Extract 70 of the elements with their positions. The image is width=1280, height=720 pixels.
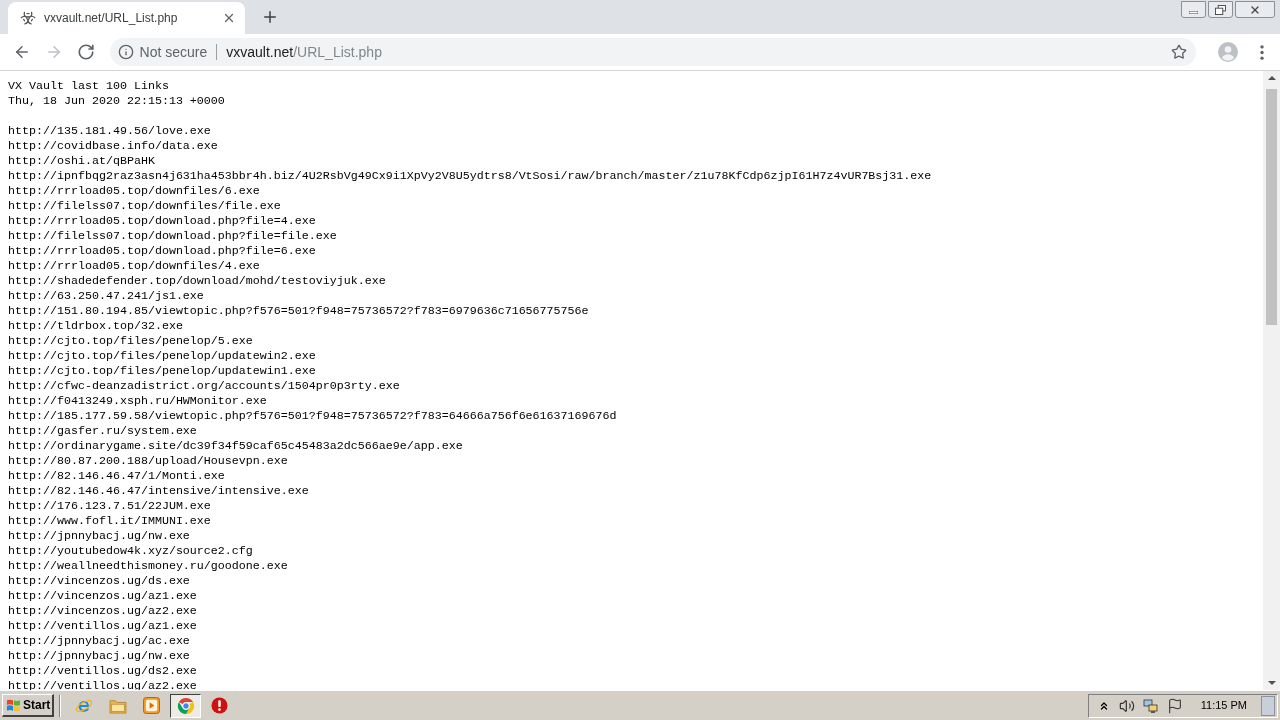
url-line: http://shadedefender.top/download/mohd/testoviyjuk.exe	[8, 274, 386, 289]
url-line: http://jpnnybacj.ug/ac.exe	[8, 634, 190, 649]
url-line: http://cjto.top/files/penelop/5.exe	[8, 334, 253, 349]
browser-tab[interactable]: vxvault.net/URL_List.php	[8, 2, 245, 34]
url-line: http://jpnnybacj.ug/nw.exe	[8, 529, 190, 544]
flag-icon[interactable]	[1166, 697, 1183, 714]
url-line: http://vincenzos.ug/az1.exe	[8, 589, 197, 604]
url-line: http://f0413249.xsph.ru/HWMonitor.exe	[8, 394, 267, 409]
url-line: http://ventillos.ug/az1.exe	[8, 619, 197, 634]
url-line: http://vincenzos.ug/ds.exe	[8, 574, 190, 589]
scroll-up-icon	[1267, 76, 1276, 80]
reload-icon	[76, 43, 95, 61]
show-desktop-button[interactable]	[1261, 695, 1275, 716]
url-line: http://82.146.46.47/intensive/intensive.exe	[8, 484, 309, 499]
url-line: http://80.87.200.188/upload/Housevpn.exe	[8, 454, 288, 469]
star-icon	[1171, 44, 1188, 60]
start-flag-icon	[6, 697, 21, 713]
url-line: http://151.80.194.85/viewtopic.php?f576=501?f948=75736572?f783=6979636c71656775756e	[8, 304, 589, 319]
url-line: http://filelss07.top/download.php?file=file.exe	[8, 229, 337, 244]
url-line: http://youtubedow4k.xyz/source2.cfg	[8, 544, 253, 559]
timestamp-text: Thu, 18 Jun 2020 22:15:13 +0000	[8, 94, 225, 109]
folder-icon	[108, 697, 127, 714]
avatar-icon	[1218, 42, 1239, 62]
url-line: http://135.181.49.56/love.exe	[8, 124, 211, 139]
play-icon	[143, 697, 160, 714]
url-line: http://ipnfbqg2raz3asn4j631ha453bbr4h.biz/4U2RsbVg49Cx9i1XpVy2V8U5ydtrs8/VtSosi/raw/branch/master/z1u78KfCdp6zjpI61H7z4vUR7Bsj31.exe	[8, 169, 932, 184]
url-line: http://jpnnybacj.ug/nw.exe	[8, 649, 190, 664]
url-line: http://covidbase.info/data.exe	[8, 139, 218, 154]
page-title: VX Vault last 100 Links	[8, 79, 169, 94]
security-indicator-button[interactable]: Not secure	[117, 41, 208, 63]
url-line: http://82.146.46.47/1/Monti.exe	[8, 469, 225, 484]
start-button[interactable]: Start	[2, 694, 54, 717]
info-icon	[117, 44, 134, 60]
minimize-icon	[1189, 10, 1198, 14]
close-icon	[222, 11, 236, 25]
url-line: http://weallneedthismoney.ru/goodone.exe	[8, 559, 288, 574]
url-line: http://rrrload05.top/download.php?file=4.exe	[8, 214, 316, 229]
address-bar[interactable]: Not secure vxvault.net/URL_List.php	[109, 38, 1197, 66]
url-line: http://ventillos.ug/ds2.exe	[8, 664, 197, 679]
biohazard-icon	[20, 10, 36, 26]
url-line: http://63.250.47.241/js1.exe	[8, 289, 204, 304]
url-line: http://gasfer.ru/system.exe	[8, 424, 197, 439]
url-line: http://cjto.top/files/penelop/updatewin2.exe	[8, 349, 316, 364]
taskbar-button[interactable]	[170, 693, 201, 718]
scroll-down-icon	[1267, 681, 1276, 685]
scrollbar-thumb[interactable]	[1266, 89, 1277, 325]
url-line: http://tldrbox.top/32.exe	[8, 319, 183, 334]
url-line: http://filelss07.top/downfiles/file.exe	[8, 199, 281, 214]
url-line: http://www.fofl.it/IMMUNI.exe	[8, 514, 211, 529]
alert-icon	[211, 697, 228, 714]
url-line: http://rrrload05.top/downfiles/4.exe	[8, 259, 260, 274]
plus-icon	[261, 8, 279, 26]
browser-icon	[176, 696, 195, 715]
url-line: http://vincenzos.ug/az2.exe	[8, 604, 197, 619]
network-icon[interactable]	[1142, 697, 1159, 714]
url-line: http://cfwc-deanzadistrict.org/accounts/1504pr0p3rty.exe	[8, 379, 400, 394]
restore-icon	[1215, 4, 1226, 15]
url-line: http://cjto.top/files/penelop/updatewin1.exe	[8, 364, 316, 379]
clock-text[interactable]: 11:15 PM	[1200, 697, 1247, 714]
url-line: http://rrrload05.top/download.php?file=6.exe	[8, 244, 316, 259]
url-line: http://oshi.at/qBPaHK	[8, 154, 155, 169]
url-line: http://185.177.59.58/viewtopic.php?f576=501?f948=75736572?f783=64666a756f6e61637169676d	[8, 409, 617, 424]
restore-button[interactable]	[1208, 1, 1233, 18]
menu-icon	[1260, 44, 1265, 60]
scrollbar[interactable]	[1263, 71, 1280, 690]
url-line: http://176.123.7.51/22JUM.exe	[8, 499, 211, 514]
url-line: http://rrrload05.top/downfiles/6.exe	[8, 184, 260, 199]
url-line: http://ordinarygame.site/dc39f34f59caf65c45483a2dc566ae9e/app.exe	[8, 439, 463, 454]
speaker-icon[interactable]	[1118, 697, 1135, 714]
url-text[interactable]: vxvault.net/URL_List.php	[226, 41, 382, 63]
